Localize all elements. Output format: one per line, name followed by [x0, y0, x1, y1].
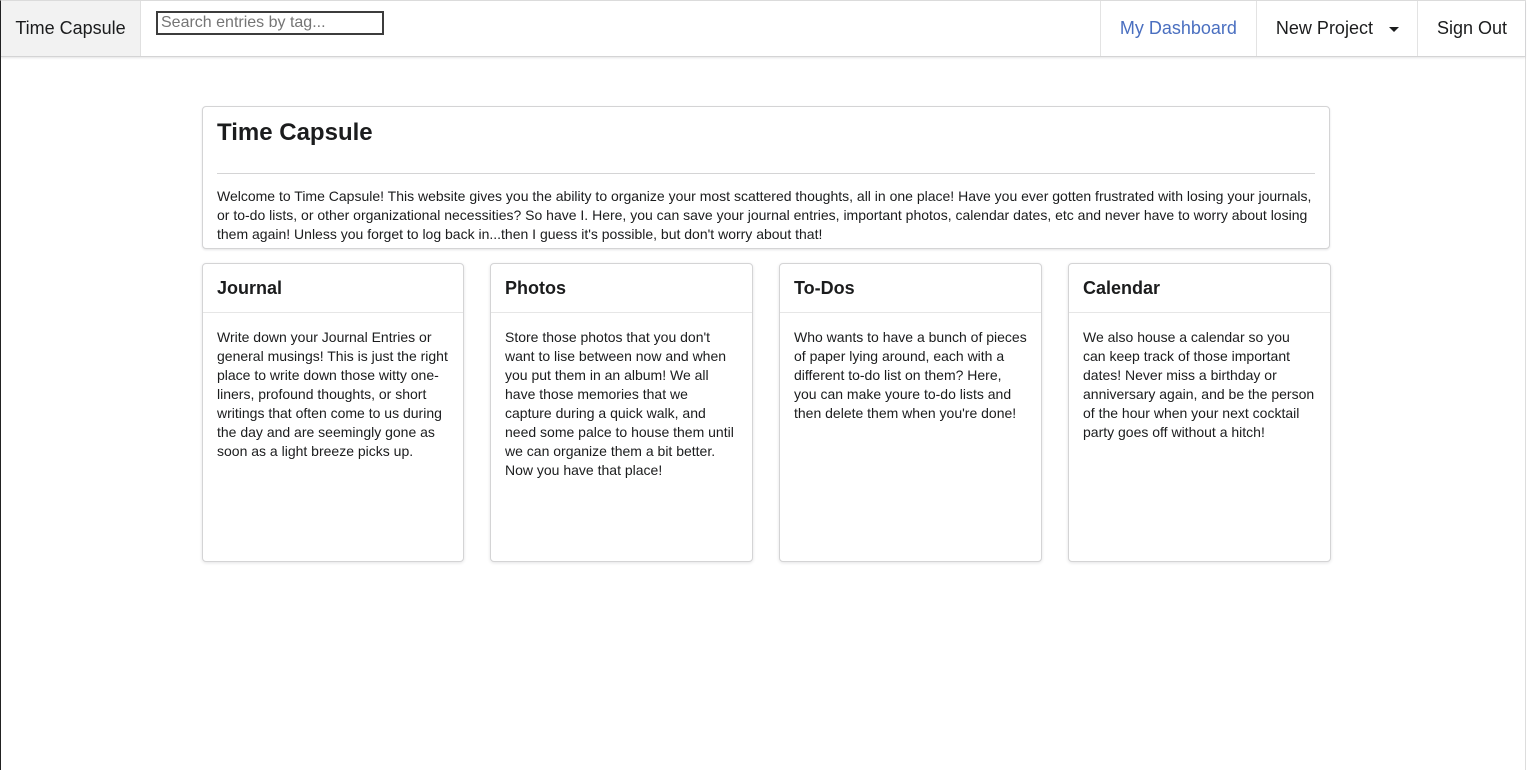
- card-title: To-Dos: [780, 264, 1041, 313]
- new-project-dropdown[interactable]: New Project: [1255, 1, 1417, 56]
- card-description: Who wants to have a bunch of pieces of p…: [794, 329, 1027, 421]
- nav-menu-right: My Dashboard New Project Sign Out: [1099, 1, 1525, 56]
- caret-down-icon: [1388, 27, 1399, 32]
- calendar-card[interactable]: Calendar We also house a calendar so you…: [1068, 263, 1331, 562]
- card-description: We also house a calendar so you can keep…: [1083, 329, 1315, 440]
- brand-link[interactable]: Time Capsule: [1, 1, 141, 56]
- card-description: Store those photos that you don't want t…: [505, 329, 734, 478]
- card-description: Write down your Journal Entries or gener…: [217, 329, 448, 459]
- page-title: Time Capsule: [217, 119, 373, 146]
- card-title: Calendar: [1069, 264, 1330, 313]
- page: Time Capsule My Dashboard New Project Si…: [0, 0, 1526, 770]
- search-container: [141, 1, 399, 56]
- todos-card[interactable]: To-Dos Who wants to have a bunch of piec…: [779, 263, 1042, 562]
- photos-card[interactable]: Photos Store those photos that you don't…: [490, 263, 753, 562]
- card-title: Journal: [203, 264, 463, 313]
- my-dashboard-label: My Dashboard: [1119, 18, 1237, 38]
- intro-text: Welcome to Time Capsule! This website gi…: [217, 188, 1312, 242]
- search-input[interactable]: [156, 11, 384, 35]
- journal-card[interactable]: Journal Write down your Journal Entries …: [202, 263, 464, 562]
- my-dashboard-link[interactable]: My Dashboard: [1099, 1, 1256, 56]
- sign-out-link[interactable]: Sign Out: [1416, 1, 1525, 56]
- sign-out-label: Sign Out: [1436, 18, 1507, 38]
- title-divider: [217, 173, 1315, 174]
- new-project-label: New Project: [1275, 18, 1373, 38]
- card-title: Photos: [491, 264, 752, 313]
- top-navbar: Time Capsule My Dashboard New Project Si…: [1, 1, 1525, 57]
- intro-panel: Time Capsule Welcome to Time Capsule! Th…: [202, 106, 1330, 249]
